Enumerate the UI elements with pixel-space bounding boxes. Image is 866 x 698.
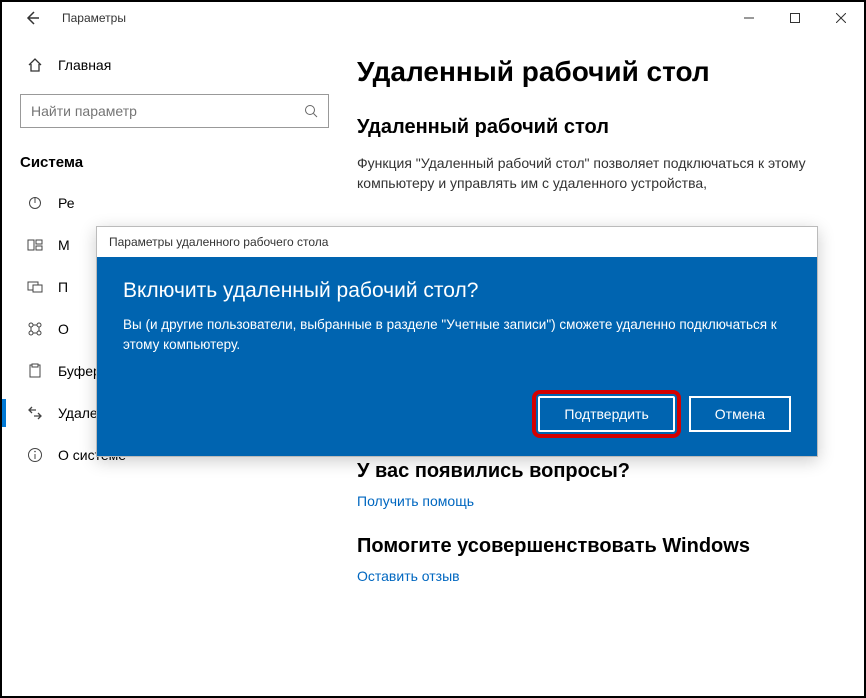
confirm-dialog: Параметры удаленного рабочего стола Вклю… xyxy=(96,226,818,457)
home-nav[interactable]: Главная xyxy=(20,46,329,84)
help-link[interactable]: Получить помощь xyxy=(357,493,832,509)
clipboard-icon xyxy=(26,362,44,380)
project-icon xyxy=(26,278,44,296)
dialog-body: Включить удаленный рабочий стол? Вы (и д… xyxy=(97,257,817,456)
home-label: Главная xyxy=(58,57,111,73)
cancel-button[interactable]: Отмена xyxy=(689,396,791,432)
back-button[interactable] xyxy=(20,6,44,30)
app-title: Параметры xyxy=(62,11,126,25)
nav-label: О xyxy=(58,321,69,337)
confirm-button[interactable]: Подтвердить xyxy=(538,396,674,432)
search-icon xyxy=(304,104,318,118)
section-header: Система xyxy=(20,154,329,171)
dialog-title: Параметры удаленного рабочего стола xyxy=(97,227,817,257)
section-subtitle: Удаленный рабочий стол xyxy=(357,116,832,139)
power-icon xyxy=(26,194,44,212)
search-field[interactable] xyxy=(31,103,304,119)
close-button[interactable] xyxy=(818,2,864,34)
nav-label: М xyxy=(58,237,70,253)
info-icon xyxy=(26,446,44,464)
share-icon xyxy=(26,320,44,338)
window-controls xyxy=(726,2,864,34)
multitask-icon xyxy=(26,236,44,254)
maximize-button[interactable] xyxy=(772,2,818,34)
improve-header: Помогите усовершенствовать Windows xyxy=(357,535,832,558)
nav-label: П xyxy=(58,279,68,295)
sidebar-item-0[interactable]: Ре xyxy=(20,183,329,223)
nav-label: Ре xyxy=(58,195,75,211)
minimize-icon xyxy=(744,13,754,23)
questions-header: У вас появились вопросы? xyxy=(357,460,832,483)
arrow-left-icon xyxy=(24,10,40,26)
dialog-buttons: Подтвердить Отмена xyxy=(123,396,791,432)
titlebar: Параметры xyxy=(2,2,864,34)
minimize-button[interactable] xyxy=(726,2,772,34)
description-text: Функция "Удаленный рабочий стол" позволя… xyxy=(357,153,832,194)
search-input[interactable] xyxy=(20,94,329,128)
feedback-link[interactable]: Оставить отзыв xyxy=(357,568,832,584)
maximize-icon xyxy=(790,13,800,23)
close-icon xyxy=(836,13,846,23)
remote-desktop-icon xyxy=(26,404,44,422)
page-title: Удаленный рабочий стол xyxy=(357,56,832,88)
dialog-heading: Включить удаленный рабочий стол? xyxy=(123,279,791,303)
dialog-text: Вы (и другие пользователи, выбранные в р… xyxy=(123,315,791,354)
home-icon xyxy=(26,56,44,74)
